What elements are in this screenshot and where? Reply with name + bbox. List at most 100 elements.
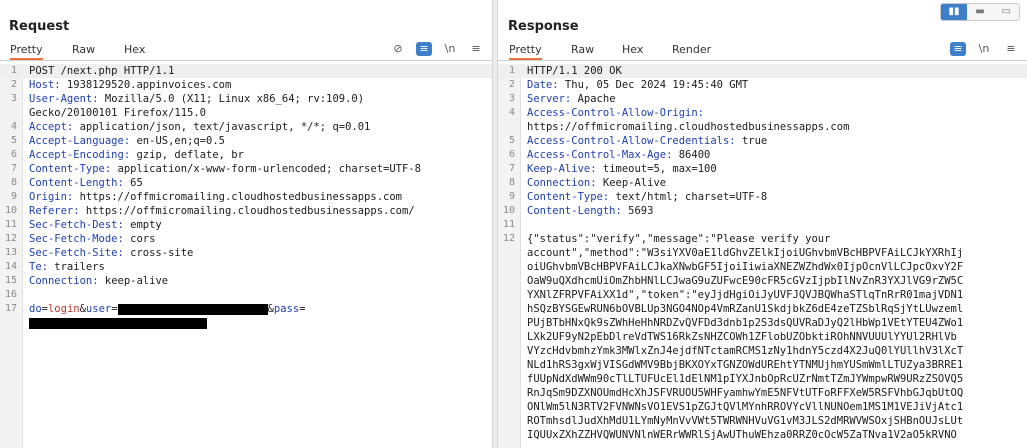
text-token: Thu, 05 Dec 2024 19:45:40 GMT [558, 79, 749, 91]
tab-raw[interactable]: Raw [72, 43, 95, 56]
code-line: 17 do=login&user= &pass= [0, 302, 492, 316]
line-text: VYzcHdvbmhzYmk3MWlxZnJ4ejdfNTctamRCMS1zN… [527, 344, 963, 358]
line-number: 11 [502, 219, 515, 230]
header-name: Sec-Fetch-Dest: [29, 219, 124, 231]
line-number: 10 [502, 205, 515, 216]
code-line: 12 {"status":"verify","message":"Please v… [498, 232, 1027, 246]
line-number: 8 [10, 177, 17, 188]
line-text: IQUUxZXhZZHVQWUNVNlnWERrWWRlSjAwUThuWEhz… [527, 428, 957, 442]
code-line: 15 Connection: keep-alive [0, 274, 492, 288]
code-line: 11 Sec-Fetch-Dest: empty [0, 218, 492, 232]
text-token: gzip, deflate, br [130, 149, 244, 161]
text-token: POST /next.php HTTP/1.1 [29, 65, 175, 77]
line-text: Server: Apache [527, 92, 616, 106]
code-line: account","method":"W3siYXV0aE1ldGhvZElkI… [498, 246, 1027, 260]
line-text: ROTmhsdlJudXhMdU1LYmNyMnVvVWt5TWRWNHVuVG… [527, 414, 963, 428]
param-value: login [47, 303, 80, 315]
text-token: text/html; charset=UTF-8 [609, 191, 768, 203]
code-line: 8 Content-Length: 65 [0, 176, 492, 190]
menu-icon[interactable]: ≡ [1003, 42, 1019, 56]
newline-toggle-icon[interactable]: \n [442, 42, 458, 56]
header-name: Access-Control-Allow-Origin: [527, 107, 705, 119]
header-name: Content-Length: [527, 205, 622, 217]
message-actions-icon[interactable]: ≡ [416, 42, 432, 56]
header-name: Keep-Alive: [527, 163, 597, 175]
code-line: ONlWm5lN3RTV2FVNWNsVO1EVS1pZGJtQVlMYnhRR… [498, 400, 1027, 414]
header-name: Origin: [29, 191, 74, 203]
top-bottom-view-icon[interactable]: ▬ [967, 4, 993, 20]
line-number: 8 [508, 177, 515, 188]
line-text: Origin: https://offmicromailing.cloudhos… [29, 190, 402, 204]
line-number: 4 [508, 107, 515, 118]
tab-hex[interactable]: Hex [124, 43, 145, 56]
line-text: ONlWm5lN3RTV2FVNWNsVO1EVS1pZGJtQVlMYnhRR… [527, 400, 963, 414]
text-token: Keep-Alive [596, 177, 667, 189]
line-text [29, 316, 207, 330]
line-text: Te: trailers [29, 260, 105, 274]
line-text: Host: 1938129520.appinvoices.com [29, 78, 231, 92]
code-line: OaW9uQXdhcmUiOmZhbHNlLCJwaG9uZUFwcE90cFR… [498, 274, 1027, 288]
line-text: PUjBTbHNxQk9sZWhHeHhNRDZvQVFDd3dnb1p2S3d… [527, 316, 963, 330]
tab-pretty[interactable]: Pretty [10, 43, 43, 60]
line-number: 4 [10, 121, 17, 132]
text-token: = [299, 303, 306, 315]
text-token: Apache [571, 93, 616, 105]
text-token: ONlWm5lN3RTV2FVNWNsVO1EVS1pZGJtQVlMYnhRR… [527, 401, 964, 413]
code-line: 5 Accept-Language: en-US,en;q=0.5 [0, 134, 492, 148]
line-number: 2 [508, 79, 515, 90]
hide-nonprintable-icon[interactable]: ⊘ [390, 42, 406, 56]
text-token: IQUUxZXhZZHVQWUNVNlnWERrWWRlSjAwUThuWEhz… [527, 429, 957, 441]
request-editor[interactable]: 1 POST /next.php HTTP/1.1 2 Host: 193812952… [0, 64, 492, 448]
line-text: Content-Length: 5693 [527, 204, 653, 218]
message-actions-icon[interactable]: ≡ [950, 42, 966, 56]
side-by-side-view-icon[interactable]: ▮▮ [941, 4, 967, 20]
response-editor[interactable]: 1 HTTP/1.1 200 OK 2 Date: Thu, 05 Dec 2024 … [498, 64, 1027, 448]
code-line: 16 [0, 288, 492, 302]
line-text: https://offmicromailing.cloudhostedbusin… [527, 120, 849, 134]
line-text: Access-Control-Max-Age: 86400 [527, 148, 710, 162]
line-text: Connection: keep-alive [29, 274, 168, 288]
line-number: 12 [502, 233, 515, 244]
line-number: 1 [508, 65, 515, 76]
code-line: 3 User-Agent: Mozilla/5.0 (X11; Linux x86… [0, 92, 492, 106]
line-text: oiUGhvbmVBcHBPVFAiLCJkaXNwbGF5IjoiIiwiaX… [527, 260, 963, 274]
header-name: Referer: [29, 205, 80, 217]
code-line: 8 Connection: Keep-Alive [498, 176, 1027, 190]
header-name: Access-Control-Max-Age: [527, 149, 673, 161]
header-name: Date: [527, 79, 559, 91]
line-number: 11 [4, 219, 17, 230]
line-number: 7 [508, 163, 515, 174]
text-token: RnJqSm9DZXNOUmdHcXhJSFVRUOU5WHFyamhwYmE5… [527, 387, 964, 399]
text-token: YXNlZFRPVFAiXX1d","token":"eyJjdHgiOiJyU… [527, 289, 964, 301]
line-text: OaW9uQXdhcmUiOmZhbHNlLCJwaG9uZUFwcE90cFR… [527, 274, 963, 288]
line-text: Date: Thu, 05 Dec 2024 19:45:40 GMT [527, 78, 748, 92]
text-token: fUUpNdXdWWm90cTlLTUFUcEl1dElNM1pIYXJnbOp… [527, 373, 964, 385]
line-number: 5 [10, 135, 17, 146]
tab-pretty[interactable]: Pretty [509, 43, 542, 60]
header-name: Te: [29, 261, 48, 273]
line-number: 5 [508, 135, 515, 146]
layout-view-toggle: ▮▮ ▬ ▭ [940, 3, 1020, 21]
text-token: timeout=5, max=100 [596, 163, 717, 175]
line-number: 3 [508, 93, 515, 104]
header-name: Connection: [29, 275, 99, 287]
line-number: 9 [10, 191, 17, 202]
tab-raw[interactable]: Raw [571, 43, 594, 56]
line-text: NLd1hRS3gxWjVISGdWMV9BbjBKXOYxTGNZOWdURE… [527, 358, 963, 372]
line-number: 2 [10, 79, 17, 90]
code-line: ROTmhsdlJudXhMdU1LYmNyMnVvVWt5TWRWNHVuVG… [498, 414, 1027, 428]
single-view-icon[interactable]: ▭ [993, 4, 1019, 20]
code-line: 4 Access-Control-Allow-Origin: [498, 106, 1027, 120]
header-name: Content-Length: [29, 177, 124, 189]
menu-icon[interactable]: ≡ [468, 42, 484, 56]
text-token: application/x-www-form-urlencoded; chars… [111, 163, 421, 175]
tab-hex[interactable]: Hex [622, 43, 643, 56]
line-number: 1 [10, 65, 17, 76]
header-name: Content-Type: [527, 191, 610, 203]
text-token: keep-alive [98, 275, 169, 287]
text-token: oiUGhvbmVBcHBPVFAiLCJkaXNwbGF5IjoiIiwiaX… [527, 261, 964, 273]
tab-render[interactable]: Render [672, 43, 711, 56]
line-number: 14 [4, 261, 17, 272]
newline-toggle-icon[interactable]: \n [976, 42, 992, 56]
code-line: 11 [498, 218, 1027, 232]
